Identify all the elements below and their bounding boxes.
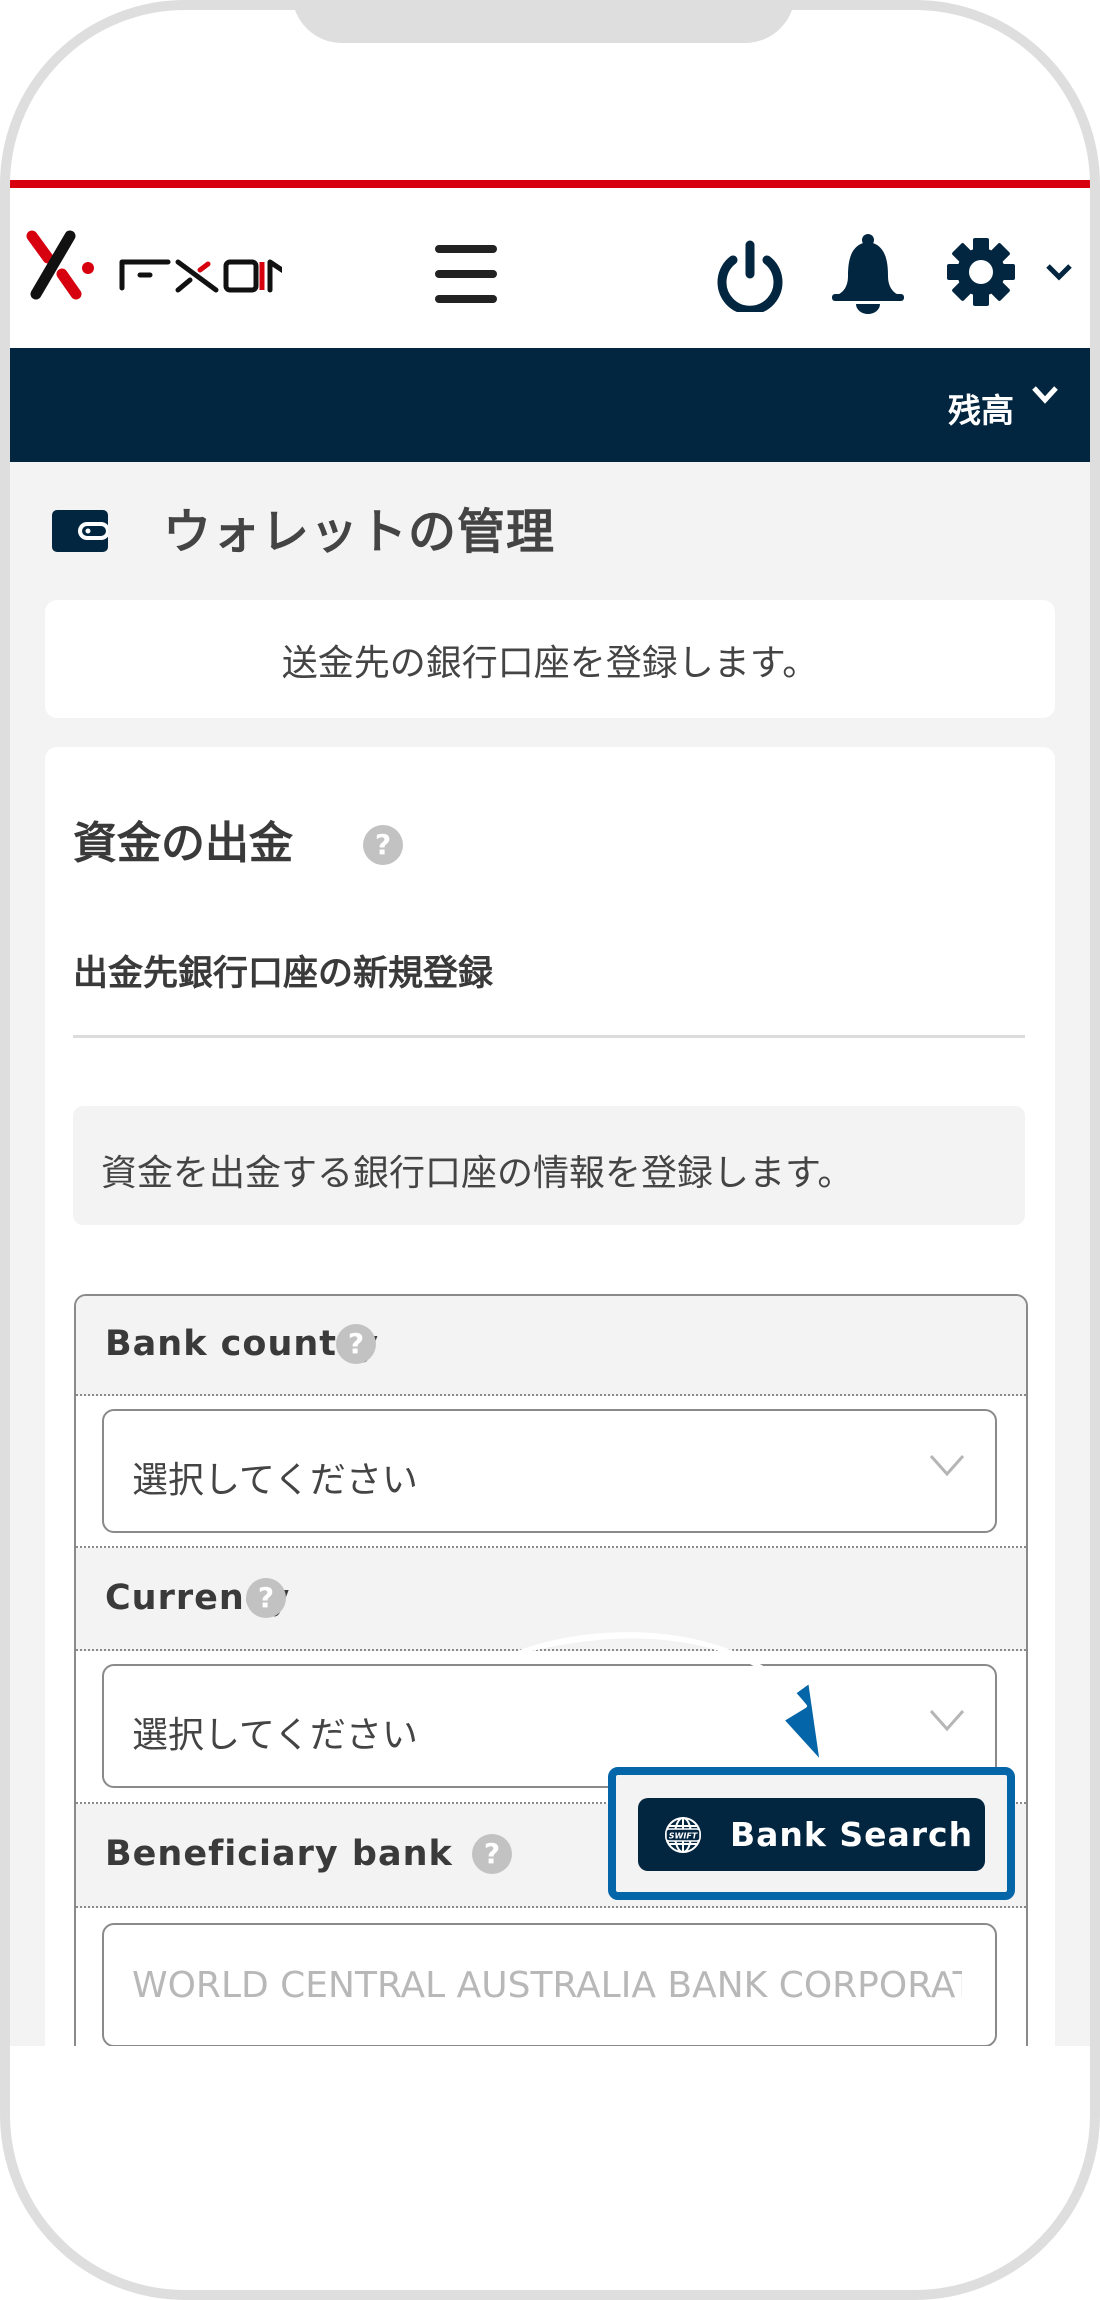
chevron-down-icon [929, 1708, 965, 1736]
balance-toggle-label[interactable]: 残高 [948, 384, 1014, 432]
help-icon[interactable]: ? [472, 1834, 512, 1874]
bank-form-table: Bank country ? 選択してください Currency ? 選択してく… [74, 1294, 1028, 2046]
bank-country-value: 選択してください [132, 1460, 418, 1501]
info-card: 送金先の銀行口座を登録します。 [45, 600, 1055, 718]
help-icon[interactable]: ? [363, 825, 403, 865]
currency-label-row: Currency ? [76, 1548, 1026, 1651]
brand-stripe [10, 180, 1090, 188]
fxon-logo[interactable] [22, 228, 315, 306]
settings-chevron-down-icon[interactable] [1045, 262, 1073, 286]
divider [73, 1035, 1025, 1038]
page-title: ウォレットの管理 [163, 504, 556, 560]
gear-icon[interactable] [945, 236, 1017, 312]
swift-globe-icon: SWIFT [663, 1815, 703, 1859]
power-icon[interactable] [713, 238, 787, 316]
bank-country-input-row: 選択してください [76, 1396, 1026, 1548]
screen: 残高 ウォレットの管理 送金先の銀行口座を登録します。 資金の出金 ? 出金先銀… [10, 10, 1090, 2046]
wallet-icon [52, 510, 110, 556]
bell-icon[interactable] [830, 232, 906, 318]
beneficiary-bank-input[interactable]: WORLD CENTRAL AUSTRALIA BANK CORPORATION [102, 1923, 997, 2046]
bank-country-select[interactable]: 選択してください [102, 1409, 997, 1533]
note-text: 資金を出金する銀行口座の情報を登録します。 [101, 1153, 854, 1194]
bank-country-label-row: Bank country ? [76, 1296, 1026, 1396]
help-icon[interactable]: ? [336, 1324, 376, 1364]
hamburger-icon[interactable] [435, 245, 497, 307]
bank-search-button[interactable]: SWIFT Bank Search [638, 1798, 985, 1871]
chevron-down-icon[interactable] [1030, 382, 1060, 410]
beneficiary-bank-label: Beneficiary bank [105, 1834, 453, 1874]
bank-search-highlight: SWIFT Bank Search [608, 1767, 1015, 1900]
help-icon[interactable]: ? [246, 1578, 286, 1618]
info-text: 送金先の銀行口座を登録します。 [281, 643, 819, 684]
bank-search-label: Bank Search [730, 1815, 974, 1854]
section-title: 資金の出金 [73, 818, 293, 869]
currency-value: 選択してください [132, 1715, 418, 1756]
app-header [10, 188, 1090, 348]
chevron-down-icon [929, 1453, 965, 1481]
account-navbar: 残高 [10, 348, 1090, 462]
phone-notch [292, 0, 795, 43]
section-subtitle: 出金先銀行口座の新規登録 [73, 954, 494, 994]
beneficiary-bank-placeholder: WORLD CENTRAL AUSTRALIA BANK CORPORATION [132, 1965, 962, 2006]
svg-text:SWIFT: SWIFT [669, 1832, 698, 1841]
beneficiary-bank-input-row: WORLD CENTRAL AUSTRALIA BANK CORPORATION [76, 1908, 1026, 2046]
note-box: 資金を出金する銀行口座の情報を登録します。 [73, 1106, 1025, 1225]
